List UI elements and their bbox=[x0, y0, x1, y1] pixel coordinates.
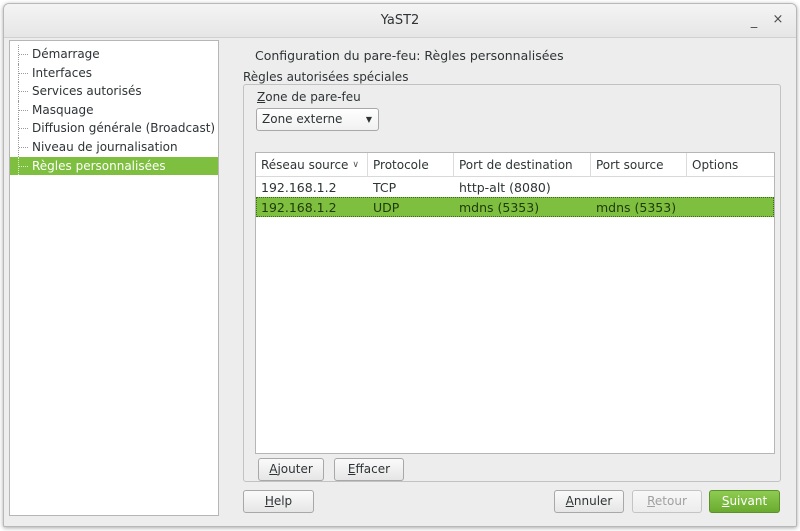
cell-src-port: mdns (5353) bbox=[596, 200, 677, 215]
zone-select-value: Zone externe bbox=[262, 112, 343, 126]
sidebar-item-label: Interfaces bbox=[32, 65, 92, 80]
sidebar-item-broadcast[interactable]: Diffusion générale (Broadcast) bbox=[10, 119, 218, 138]
back-button[interactable]: Retour bbox=[632, 490, 702, 513]
zone-label: Zone de pare-feu bbox=[257, 90, 361, 104]
close-icon[interactable]: × bbox=[770, 12, 786, 28]
sidebar-item-label: Diffusion générale (Broadcast) bbox=[32, 121, 216, 136]
dropdown-arrow-icon: ▼ bbox=[365, 115, 372, 124]
table-header: Réseau source ∨ Protocole Port de destin… bbox=[256, 153, 774, 177]
group-label: Règles autorisées spéciales bbox=[243, 70, 411, 84]
sidebar-item-journalisation[interactable]: Niveau de journalisation bbox=[10, 137, 218, 157]
cell-source: 192.168.1.2 bbox=[261, 180, 337, 195]
sidebar-item-label: Démarrage bbox=[32, 47, 100, 61]
add-button[interactable]: Ajouter bbox=[258, 458, 324, 481]
zone-select[interactable]: Zone externe ▼ bbox=[256, 108, 379, 131]
sidebar-item-masquage[interactable]: Masquage bbox=[10, 100, 218, 120]
table-row-selected[interactable]: 192.168.1.2 UDP mdns (5353) mdns (5353) bbox=[256, 197, 774, 217]
column-header-protocol[interactable]: Protocole bbox=[368, 153, 454, 177]
sidebar-item-label: Masquage bbox=[32, 102, 94, 117]
sidebar-item-label: Règles personnalisées bbox=[32, 158, 166, 173]
cell-dest-port: mdns (5353) bbox=[459, 200, 540, 215]
sidebar-item-interfaces[interactable]: Interfaces bbox=[10, 63, 218, 83]
cell-source: 192.168.1.2 bbox=[261, 200, 337, 215]
column-header-source[interactable]: Réseau source ∨ bbox=[256, 153, 368, 177]
delete-button[interactable]: Effacer bbox=[334, 458, 404, 481]
cell-dest-port: http-alt (8080) bbox=[459, 180, 551, 195]
window-title: YaST2 bbox=[380, 13, 420, 28]
title-bar: YaST2 _ × bbox=[4, 4, 796, 38]
minimize-icon[interactable]: _ bbox=[746, 14, 762, 30]
sidebar-item-demarrage[interactable]: Démarrage bbox=[10, 45, 218, 64]
sidebar-item-regles-personnalisees[interactable]: Règles personnalisées bbox=[10, 156, 218, 176]
next-button[interactable]: Suivant bbox=[709, 490, 780, 513]
cell-protocol: UDP bbox=[373, 200, 400, 215]
rules-table: Réseau source ∨ Protocole Port de destin… bbox=[255, 152, 775, 454]
table-row[interactable]: 192.168.1.2 TCP http-alt (8080) bbox=[256, 178, 774, 198]
column-header-dest-port[interactable]: Port de destination bbox=[454, 153, 591, 177]
sidebar-item-label: Services autorisés bbox=[32, 84, 142, 99]
cancel-button[interactable]: Annuler bbox=[554, 490, 624, 513]
chevron-down-icon: ∨ bbox=[352, 160, 359, 170]
column-header-options[interactable]: Options bbox=[687, 153, 774, 177]
sidebar-item-label: Niveau de journalisation bbox=[32, 139, 178, 154]
help-button[interactable]: Help bbox=[243, 490, 314, 513]
sidebar-item-services-autorises[interactable]: Services autorisés bbox=[10, 82, 218, 101]
column-header-src-port[interactable]: Port source bbox=[591, 153, 687, 177]
sidebar-tree: Démarrage Interfaces Services autorisés … bbox=[9, 40, 219, 516]
page-title: Configuration du pare-feu: Règles person… bbox=[255, 48, 564, 63]
cell-protocol: TCP bbox=[373, 180, 397, 195]
